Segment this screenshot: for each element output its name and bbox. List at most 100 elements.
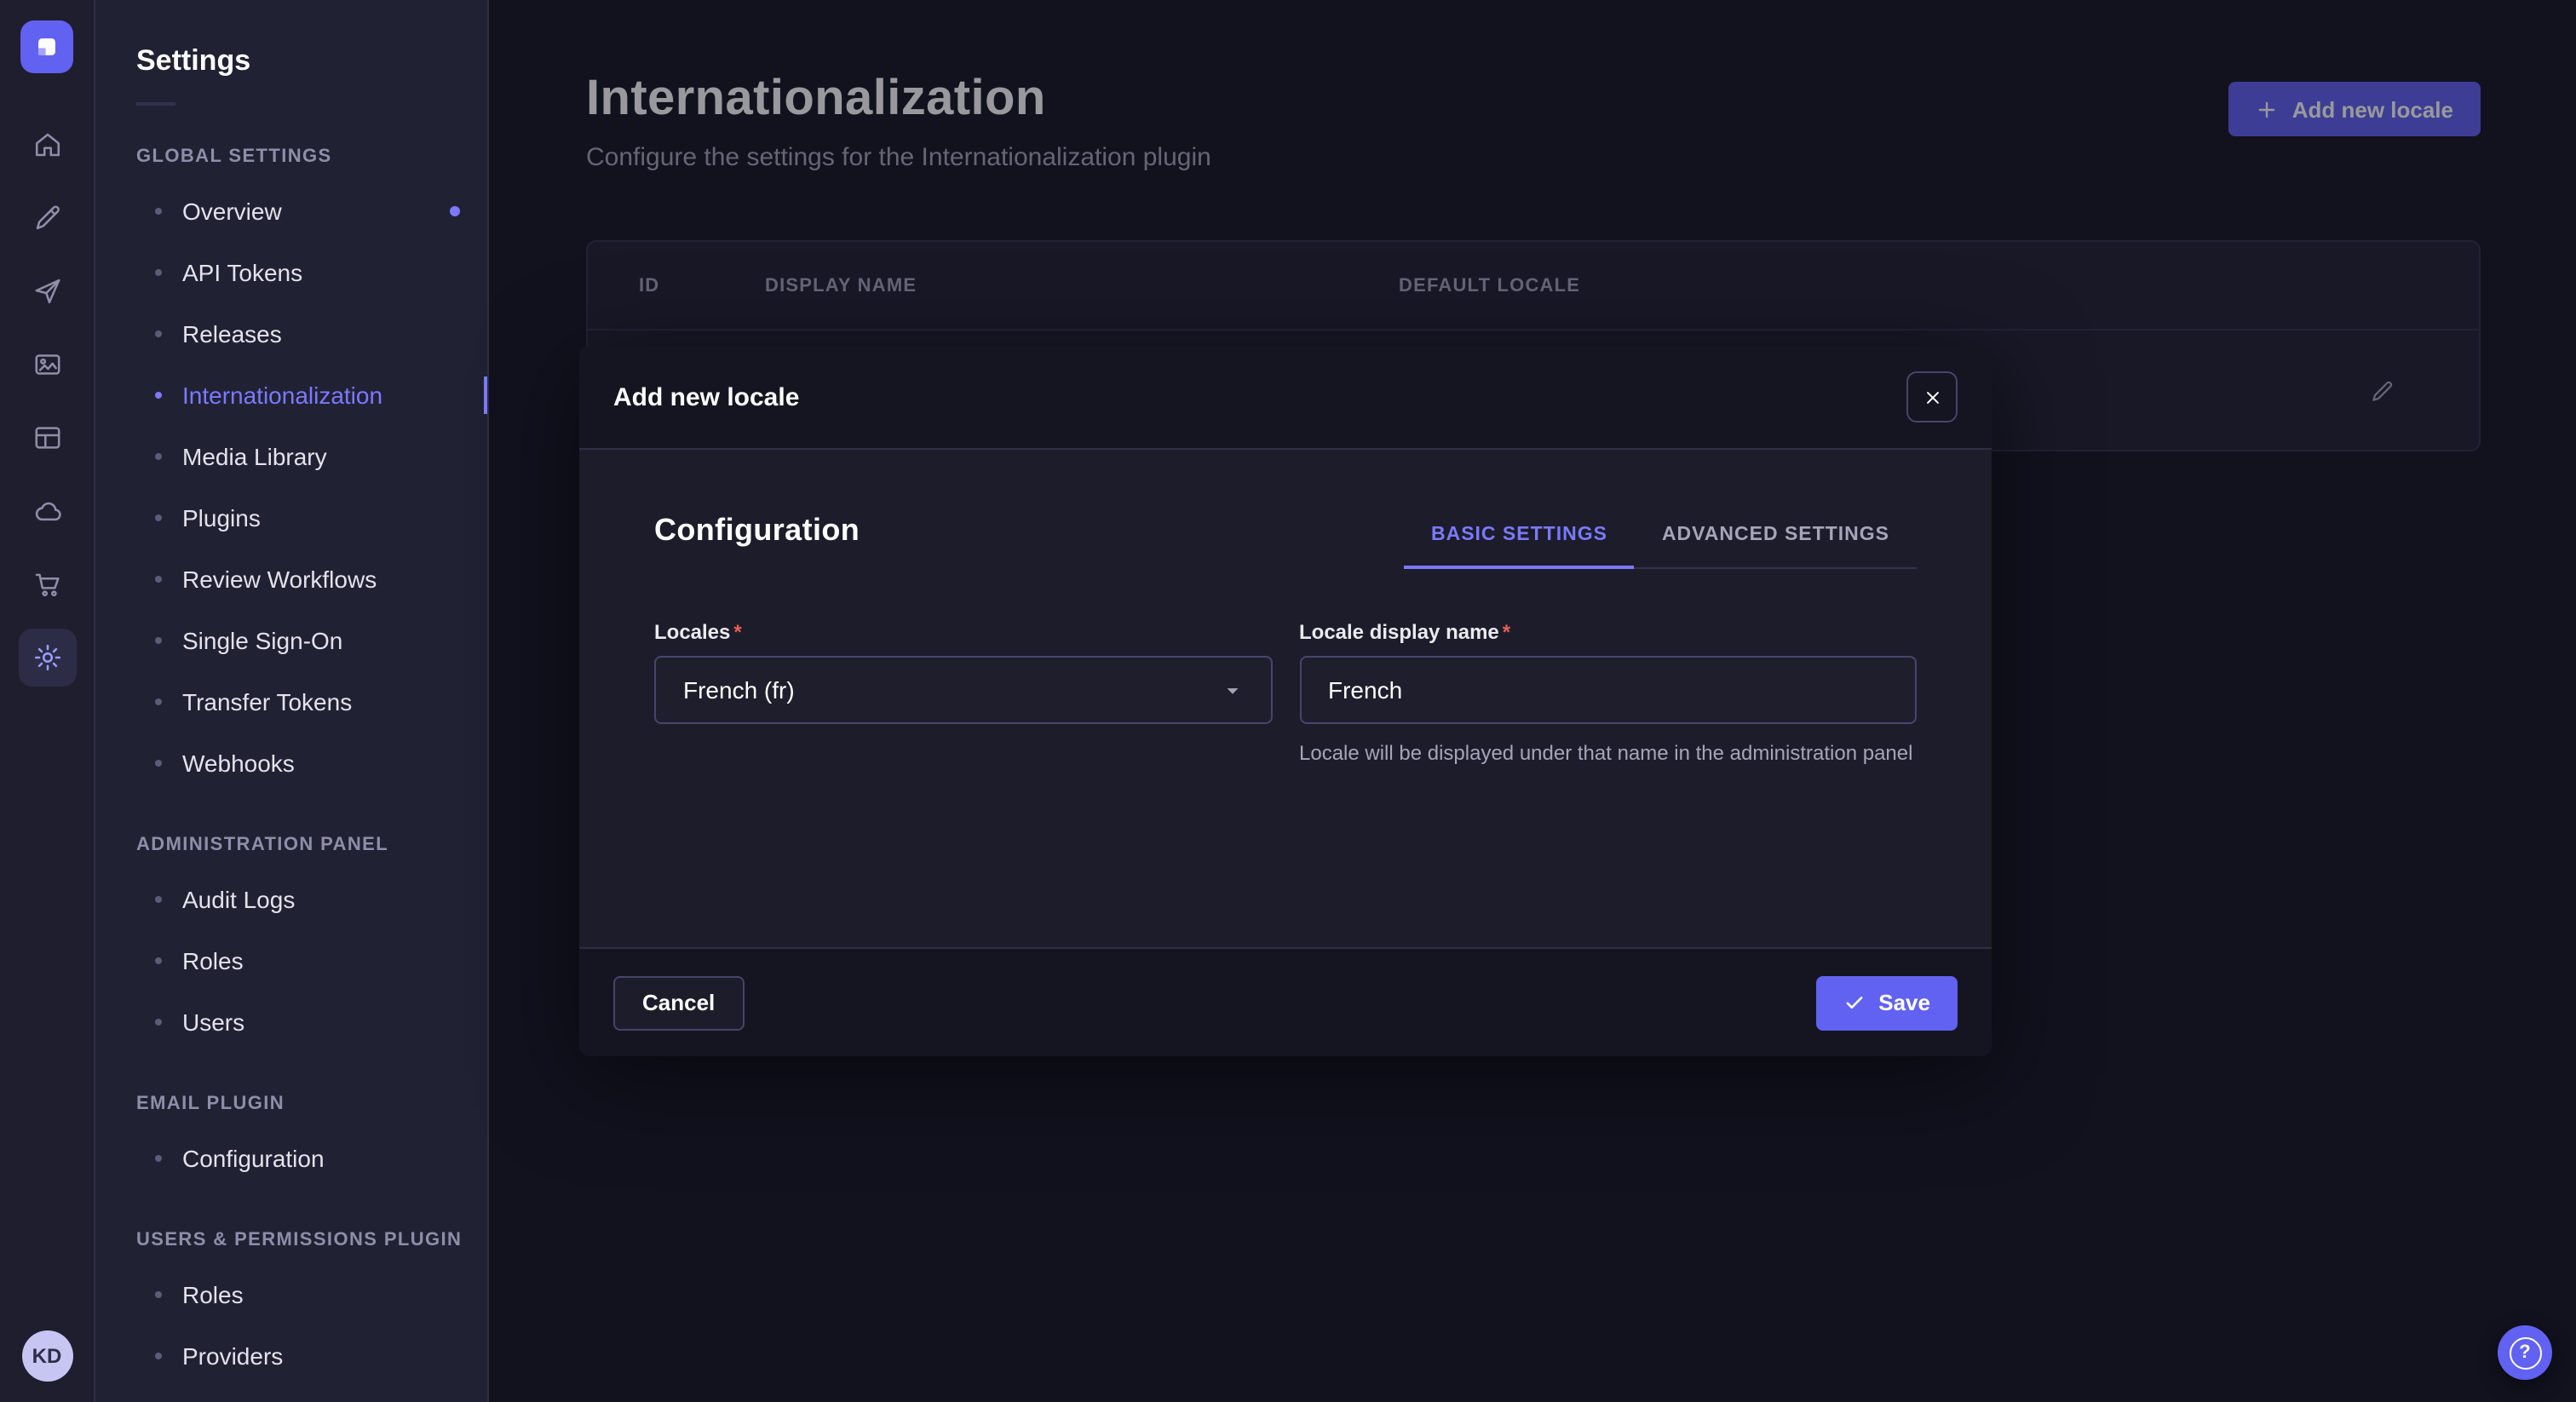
sidebar-item-roles[interactable]: Roles xyxy=(95,930,487,991)
sidebar-item-users[interactable]: Users xyxy=(95,991,487,1053)
strapi-logo-icon xyxy=(32,32,61,61)
sidebar-section-label: USERS & PERMISSIONS PLUGIN xyxy=(136,1230,487,1250)
sidebar-item-transfer-tokens[interactable]: Transfer Tokens xyxy=(95,671,487,733)
bullet-icon xyxy=(155,1155,162,1162)
sidebar-item-label: Configuration xyxy=(182,1145,325,1172)
sidebar-item-label: Roles xyxy=(182,1281,244,1308)
sidebar-list: Roles Providers xyxy=(95,1264,487,1387)
sidebar-item-internationalization[interactable]: Internationalization xyxy=(95,365,487,426)
sidebar-sections: GLOBAL SETTINGSOverviewAPI TokensRelease… xyxy=(95,147,487,1387)
close-modal-button[interactable] xyxy=(1906,371,1958,422)
sidebar-item-releases[interactable]: Releases xyxy=(95,303,487,365)
help-button[interactable]: ? xyxy=(2498,1325,2552,1380)
bullet-icon xyxy=(155,208,162,215)
cloud-icon xyxy=(32,495,62,526)
configuration-heading: Configuration xyxy=(654,513,860,569)
sidebar-item-overview[interactable]: Overview xyxy=(95,181,487,242)
sidebar-item-configuration[interactable]: Configuration xyxy=(95,1128,487,1189)
cancel-button[interactable]: Cancel xyxy=(613,975,744,1030)
locales-label: Locales* xyxy=(654,620,1272,644)
sidebar-list: Audit Logs Roles Users xyxy=(95,869,487,1053)
settings-sidebar: Settings GLOBAL SETTINGSOverviewAPI Toke… xyxy=(95,0,489,1402)
add-locale-modal: Add new locale Configuration BASIC SETTI… xyxy=(579,346,1992,1056)
media-library-icon xyxy=(32,348,62,379)
nav-rail: KD xyxy=(0,0,95,1402)
modal-tabs: BASIC SETTINGSADVANCED SETTINGS xyxy=(1404,508,1917,569)
sidebar-item-plugins[interactable]: Plugins xyxy=(95,487,487,549)
required-indicator: * xyxy=(1503,620,1510,644)
bullet-icon xyxy=(155,896,162,903)
app-window: KD Settings GLOBAL SETTINGSOverviewAPI T… xyxy=(0,0,2576,1402)
display-name-input[interactable] xyxy=(1299,656,1917,724)
display-name-label: Locale display name* xyxy=(1299,620,1917,644)
sidebar-item-label: Audit Logs xyxy=(182,886,295,913)
bullet-icon xyxy=(155,637,162,644)
modal-header: Add new locale xyxy=(579,346,1992,450)
locales-label-text: Locales xyxy=(654,620,730,644)
sidebar-item-label: Roles xyxy=(182,947,244,974)
chevron-down-icon xyxy=(1221,679,1243,701)
close-icon xyxy=(1921,386,1943,408)
strapi-logo[interactable] xyxy=(20,20,73,73)
locale-form: Locales* French (fr) Locale display name… xyxy=(654,620,1917,769)
save-button[interactable]: Save xyxy=(1815,975,1958,1030)
sidebar-item-label: Media Library xyxy=(182,443,327,470)
settings-icon xyxy=(32,641,62,672)
avatar[interactable]: KD xyxy=(21,1330,72,1382)
sidebar-item-providers[interactable]: Providers xyxy=(95,1325,487,1387)
locales-select[interactable]: French (fr) xyxy=(654,656,1272,724)
paper-plane-icon xyxy=(32,275,62,306)
sidebar-item-roles[interactable]: Roles xyxy=(95,1264,487,1325)
sidebar-item-label: Providers xyxy=(182,1342,283,1370)
bullet-icon xyxy=(155,1353,162,1359)
nav-marketplace[interactable] xyxy=(18,554,76,612)
bullet-icon xyxy=(155,957,162,964)
question-mark-icon: ? xyxy=(2509,1336,2541,1369)
sidebar-item-label: Single Sign-On xyxy=(182,627,342,654)
sidebar-item-label: API Tokens xyxy=(182,259,302,286)
sidebar-item-media-library[interactable]: Media Library xyxy=(95,426,487,487)
sidebar-item-label: Users xyxy=(182,1008,244,1036)
notification-dot-icon xyxy=(450,206,460,216)
marketplace-icon xyxy=(32,568,62,599)
required-indicator: * xyxy=(733,620,741,644)
nav-cloud[interactable] xyxy=(18,481,76,539)
nav-settings[interactable] xyxy=(18,628,76,686)
bullet-icon xyxy=(155,1291,162,1298)
sidebar-item-label: Transfer Tokens xyxy=(182,688,352,715)
tab-basic-settings[interactable]: BASIC SETTINGS xyxy=(1404,508,1635,567)
bullet-icon xyxy=(155,392,162,399)
home-icon xyxy=(32,129,62,159)
sidebar-list: Configuration xyxy=(95,1128,487,1189)
sidebar-item-webhooks[interactable]: Webhooks xyxy=(95,733,487,794)
sidebar-section-label: ADMINISTRATION PANEL xyxy=(136,835,487,855)
modal-body: Configuration BASIC SETTINGSADVANCED SET… xyxy=(579,450,1992,947)
bullet-icon xyxy=(155,453,162,460)
nav-content-type-builder[interactable] xyxy=(18,188,76,246)
tab-advanced-settings[interactable]: ADVANCED SETTINGS xyxy=(1635,508,1917,567)
sidebar-item-single-sign-on[interactable]: Single Sign-On xyxy=(95,610,487,671)
locales-select-value: French (fr) xyxy=(683,676,795,704)
nav-media-library[interactable] xyxy=(18,335,76,393)
modal-footer: Cancel Save xyxy=(579,947,1992,1056)
nav-content-manager[interactable] xyxy=(18,408,76,466)
content-type-builder-icon xyxy=(32,202,62,233)
sidebar-item-label: Overview xyxy=(182,198,282,225)
check-icon xyxy=(1843,991,1865,1014)
sidebar-item-label: Review Workflows xyxy=(182,566,377,593)
sidebar-item-audit-logs[interactable]: Audit Logs xyxy=(95,869,487,930)
sidebar-section-label: EMAIL PLUGIN xyxy=(136,1094,487,1114)
sidebar-item-api-tokens[interactable]: API Tokens xyxy=(95,242,487,303)
bullet-icon xyxy=(155,576,162,583)
sidebar-list: Overview API Tokens Releases Internationali… xyxy=(95,181,487,794)
nav-deploy[interactable] xyxy=(18,261,76,319)
sidebar-item-label: Webhooks xyxy=(182,750,295,777)
bullet-icon xyxy=(155,514,162,521)
sidebar-item-label: Releases xyxy=(182,320,282,348)
modal-title: Add new locale xyxy=(613,382,799,411)
sidebar-item-review-workflows[interactable]: Review Workflows xyxy=(95,549,487,610)
bullet-icon xyxy=(155,760,162,767)
bullet-icon xyxy=(155,269,162,276)
nav-home[interactable] xyxy=(18,115,76,173)
sidebar-title: Settings xyxy=(95,44,487,78)
